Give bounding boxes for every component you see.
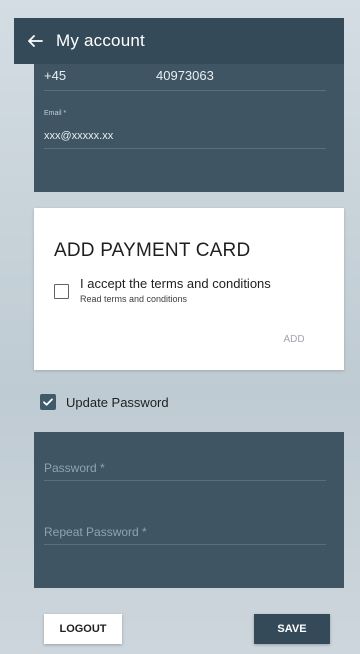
contact-card: +45 40973063 Email * xxx@xxxxx.xx (34, 64, 344, 192)
phone-field[interactable]: +45 40973063 (44, 68, 326, 91)
terms-checkbox[interactable] (54, 284, 69, 299)
phone-number-input[interactable]: 40973063 (156, 68, 214, 83)
password-underline (44, 480, 326, 481)
password-field[interactable]: Password * (44, 461, 105, 475)
password-card: Password * Repeat Password * (34, 432, 344, 588)
repeat-password-underline (44, 544, 326, 545)
update-password-label[interactable]: Update Password (66, 395, 169, 410)
update-password-toggle[interactable]: Update Password (40, 394, 169, 410)
repeat-password-field[interactable]: Repeat Password * (44, 525, 147, 539)
logout-button[interactable]: LOGOUT (44, 614, 122, 644)
save-button[interactable]: SAVE (254, 614, 330, 644)
terms-label[interactable]: I accept the terms and conditions (80, 276, 271, 291)
read-terms-link[interactable]: Read terms and conditions (80, 294, 187, 304)
add-card-button[interactable]: ADD (274, 334, 314, 350)
arrow-left-icon (28, 35, 43, 47)
add-payment-card: ADD PAYMENT CARD I accept the terms and … (34, 208, 344, 370)
checkmark-icon (43, 398, 53, 406)
update-password-checkbox[interactable] (40, 394, 56, 410)
phone-prefix[interactable]: +45 (44, 68, 66, 83)
email-field[interactable]: xxx@xxxxx.xx (44, 130, 113, 142)
payment-card-title: ADD PAYMENT CARD (54, 240, 251, 261)
app-bar: My account (14, 18, 344, 64)
email-label: Email * (44, 110, 67, 117)
email-underline (44, 148, 326, 149)
page-title: My account (56, 31, 145, 50)
back-button[interactable] (14, 18, 56, 64)
